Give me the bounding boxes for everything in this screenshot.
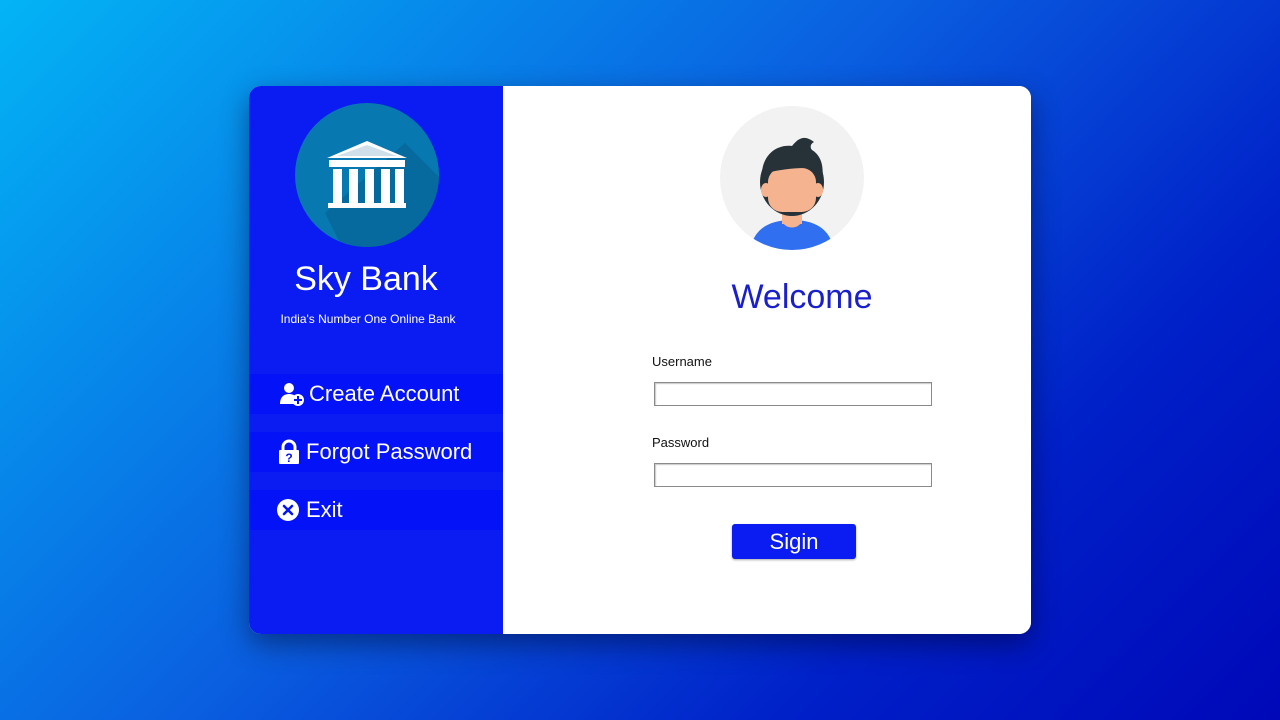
- exit-button[interactable]: Exit: [249, 490, 503, 530]
- bank-building-icon: [325, 141, 439, 247]
- add-user-icon: [279, 381, 305, 407]
- password-label: Password: [652, 435, 710, 450]
- create-account-label: Create Account: [309, 381, 460, 406]
- login-panel: Welcome Username Password Sigin: [503, 86, 1031, 634]
- sidebar: Sky Bank India's Number One Online Bank …: [249, 86, 503, 634]
- svg-text:?: ?: [285, 451, 292, 465]
- welcome-heading: Welcome: [731, 278, 873, 316]
- password-field[interactable]: [654, 463, 932, 487]
- close-circle-icon: [276, 497, 302, 523]
- forgot-password-label: Forgot Password: [306, 439, 473, 464]
- exit-label: Exit: [306, 497, 343, 522]
- username-label: Username: [652, 354, 712, 369]
- user-avatar-icon: [720, 106, 864, 250]
- forgot-password-button[interactable]: ? Forgot Password: [249, 432, 503, 472]
- logo: [295, 103, 439, 247]
- create-account-button[interactable]: Create Account: [249, 374, 503, 414]
- login-window: Sky Bank India's Number One Online Bank …: [249, 86, 1031, 634]
- lock-question-icon: ?: [276, 439, 302, 465]
- brand-name: Sky Bank: [294, 260, 438, 298]
- username-field[interactable]: [654, 382, 932, 406]
- tagline: India's Number One Online Bank: [280, 312, 456, 326]
- signin-button[interactable]: Sigin: [732, 524, 856, 559]
